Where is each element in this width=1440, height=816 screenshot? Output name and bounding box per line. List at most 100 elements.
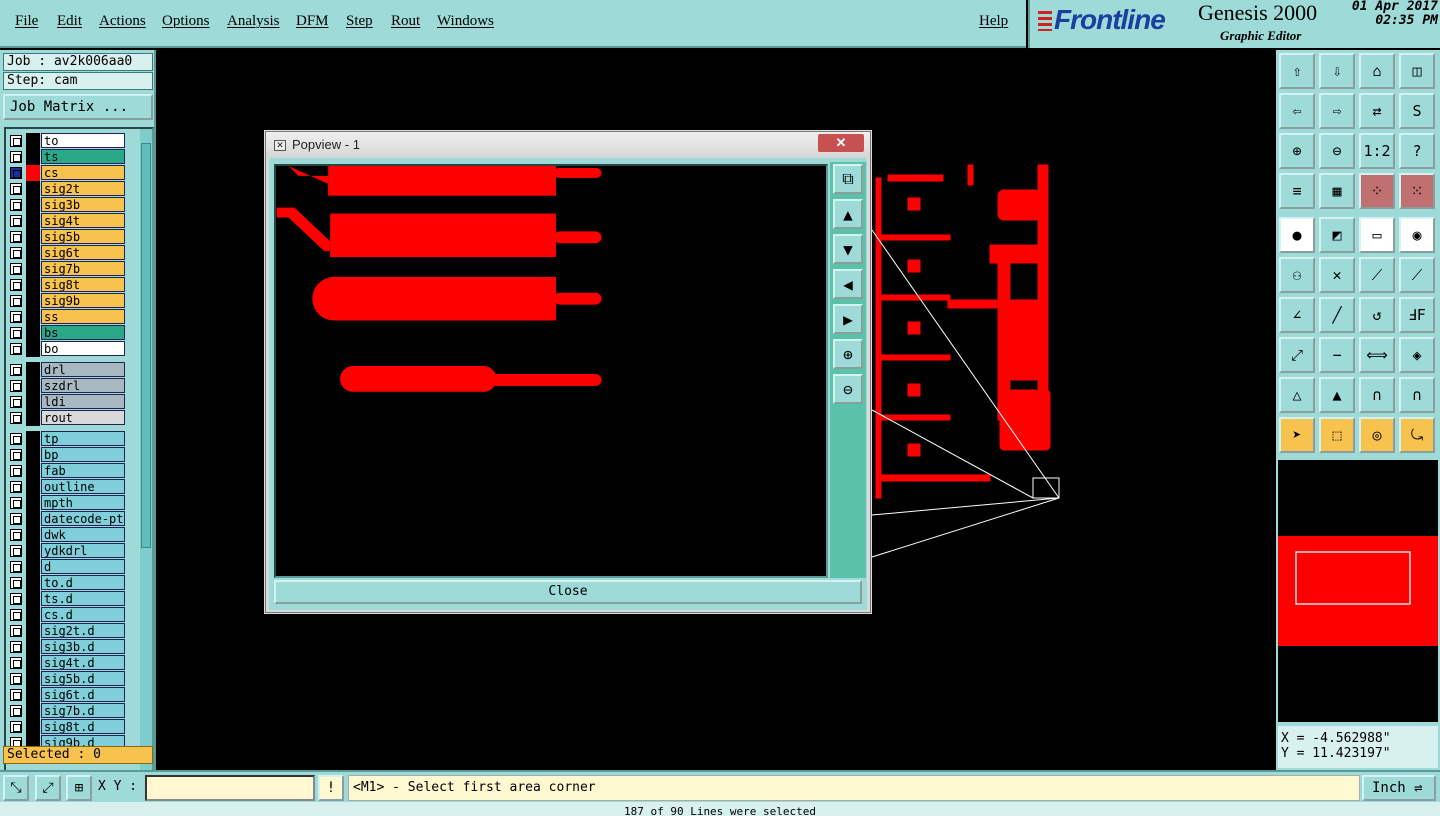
layer-row[interactable]: sig2t [6, 181, 128, 197]
layer-row[interactable]: mpth [6, 495, 128, 511]
layer-color-swatch[interactable] [26, 575, 40, 591]
layer-checkbox[interactable] [10, 151, 22, 163]
layer-row[interactable]: sig7b.d [6, 703, 128, 719]
layer-checkbox[interactable] [10, 641, 22, 653]
layer-checkbox[interactable] [10, 167, 22, 179]
pan-up-icon[interactable]: ▲ [833, 199, 863, 229]
cross-icon[interactable]: ✕ [1319, 257, 1355, 293]
menu-dfm[interactable]: DFM [296, 13, 329, 30]
layer-checkbox[interactable] [10, 295, 22, 307]
angle-icon[interactable]: ∠ [1279, 297, 1315, 333]
layer-checkbox[interactable] [10, 215, 22, 227]
layer-color-swatch[interactable] [26, 655, 40, 671]
layer-name[interactable]: ts.d [41, 591, 125, 606]
layer-name[interactable]: sig4t.d [41, 655, 125, 670]
arc-icon[interactable]: ↺ [1359, 297, 1395, 333]
layer-checkbox[interactable] [10, 481, 22, 493]
measure-icon[interactable]: ◩ [1319, 217, 1355, 253]
layer-checkbox[interactable] [10, 689, 22, 701]
layer-color-swatch[interactable] [26, 165, 40, 181]
layer-row[interactable]: cs [6, 165, 128, 181]
layer-color-swatch[interactable] [26, 149, 40, 165]
layer-name[interactable]: to.d [41, 575, 125, 590]
layer-row[interactable]: ydkdrl [6, 543, 128, 559]
layer-checkbox[interactable] [10, 183, 22, 195]
layer-row[interactable]: bs [6, 325, 128, 341]
layer-color-swatch[interactable] [26, 245, 40, 261]
pan-left-icon[interactable]: ◀ [833, 269, 863, 299]
menu-help[interactable]: Help [979, 13, 1008, 30]
menu-rout[interactable]: Rout [391, 13, 420, 30]
mirror-text-icon[interactable]: ℲF [1399, 297, 1435, 333]
pointer-box-icon[interactable]: ⬚ [1319, 417, 1355, 453]
pan-right-icon[interactable]: ⇨ [1319, 93, 1355, 129]
layer-row[interactable]: to.d [6, 575, 128, 591]
move-icon[interactable]: ⤢ [1279, 337, 1315, 373]
layer-name[interactable]: sig3b.d [41, 639, 125, 654]
layer-color-swatch[interactable] [26, 378, 40, 394]
layer-name[interactable]: bo [41, 341, 125, 356]
ruler-icon[interactable]: ▭ [1359, 217, 1395, 253]
layer-checkbox[interactable] [10, 263, 22, 275]
layer-color-swatch[interactable] [26, 213, 40, 229]
layer-name[interactable]: bp [41, 447, 125, 462]
layer-checkbox[interactable] [10, 673, 22, 685]
layer-color-swatch[interactable] [26, 197, 40, 213]
layer-name[interactable]: sig4t [41, 213, 125, 228]
triangle-up-icon[interactable]: ▲ [1319, 377, 1355, 413]
layer-name[interactable]: dwk [41, 527, 125, 542]
layer-color-swatch[interactable] [26, 410, 40, 426]
layer-name[interactable]: drl [41, 362, 125, 377]
layer-checkbox[interactable] [10, 657, 22, 669]
layer-color-swatch[interactable] [26, 639, 40, 655]
layer-color-swatch[interactable] [26, 394, 40, 410]
help-query-icon[interactable]: ? [1399, 133, 1435, 169]
layer-row[interactable]: drl [6, 362, 128, 378]
unit-selector[interactable]: Inch ⇌ [1362, 775, 1436, 801]
zoom-box-icon[interactable]: ⤡ [3, 775, 29, 801]
layer-list-scrollbar[interactable] [140, 129, 152, 789]
pan-right-icon[interactable]: ▶ [833, 304, 863, 334]
layer-color-swatch[interactable] [26, 277, 40, 293]
layer-row[interactable]: sig4t.d [6, 655, 128, 671]
layer-name[interactable]: ts [41, 149, 125, 164]
layer-checkbox[interactable] [10, 199, 22, 211]
layer-checkbox[interactable] [10, 561, 22, 573]
layer-row[interactable]: to [6, 133, 128, 149]
layer-row[interactable]: szdrl [6, 378, 128, 394]
layer-row[interactable]: sig3b [6, 197, 128, 213]
home-icon[interactable]: ⌂ [1359, 53, 1395, 89]
layer-color-swatch[interactable] [26, 261, 40, 277]
layer-row[interactable]: bp [6, 447, 128, 463]
arch-icon[interactable]: ∩ [1359, 377, 1395, 413]
menu-file[interactable]: File [15, 13, 38, 30]
grid-icon[interactable]: ▦ [1319, 173, 1355, 209]
minus-icon[interactable]: − [1319, 337, 1355, 373]
layer-row[interactable]: sig4t [6, 213, 128, 229]
layer-color-swatch[interactable] [26, 559, 40, 575]
layer-row[interactable]: datecode-ptc [6, 511, 128, 527]
layer-row[interactable]: sig2t.d [6, 623, 128, 639]
layer-color-swatch[interactable] [26, 687, 40, 703]
layer-name[interactable]: sig3b [41, 197, 125, 212]
layer-checkbox[interactable] [10, 247, 22, 259]
layer-row[interactable]: ts [6, 149, 128, 165]
layer-color-swatch[interactable] [26, 527, 40, 543]
layer-checkbox[interactable] [10, 529, 22, 541]
layer-color-swatch[interactable] [26, 495, 40, 511]
layer-name[interactable]: sig6t [41, 245, 125, 260]
layer-name[interactable]: sig2t.d [41, 623, 125, 638]
layer-color-swatch[interactable] [26, 463, 40, 479]
layer-row[interactable]: ss [6, 309, 128, 325]
popview-close-button[interactable]: Close [274, 580, 862, 604]
menu-windows[interactable]: Windows [437, 13, 494, 30]
pan-down-icon[interactable]: ▼ [833, 234, 863, 264]
layer-name[interactable]: sig7b [41, 261, 125, 276]
layer-color-swatch[interactable] [26, 479, 40, 495]
layer-name[interactable]: datecode-ptc [41, 511, 125, 526]
layer-name[interactable]: rout [41, 410, 125, 425]
zoom-fit-icon[interactable]: ⧉ [833, 164, 863, 194]
pan-up-icon[interactable]: ⇧ [1279, 53, 1315, 89]
layer-name[interactable]: ss [41, 309, 125, 324]
layer-name[interactable]: sig5b.d [41, 671, 125, 686]
